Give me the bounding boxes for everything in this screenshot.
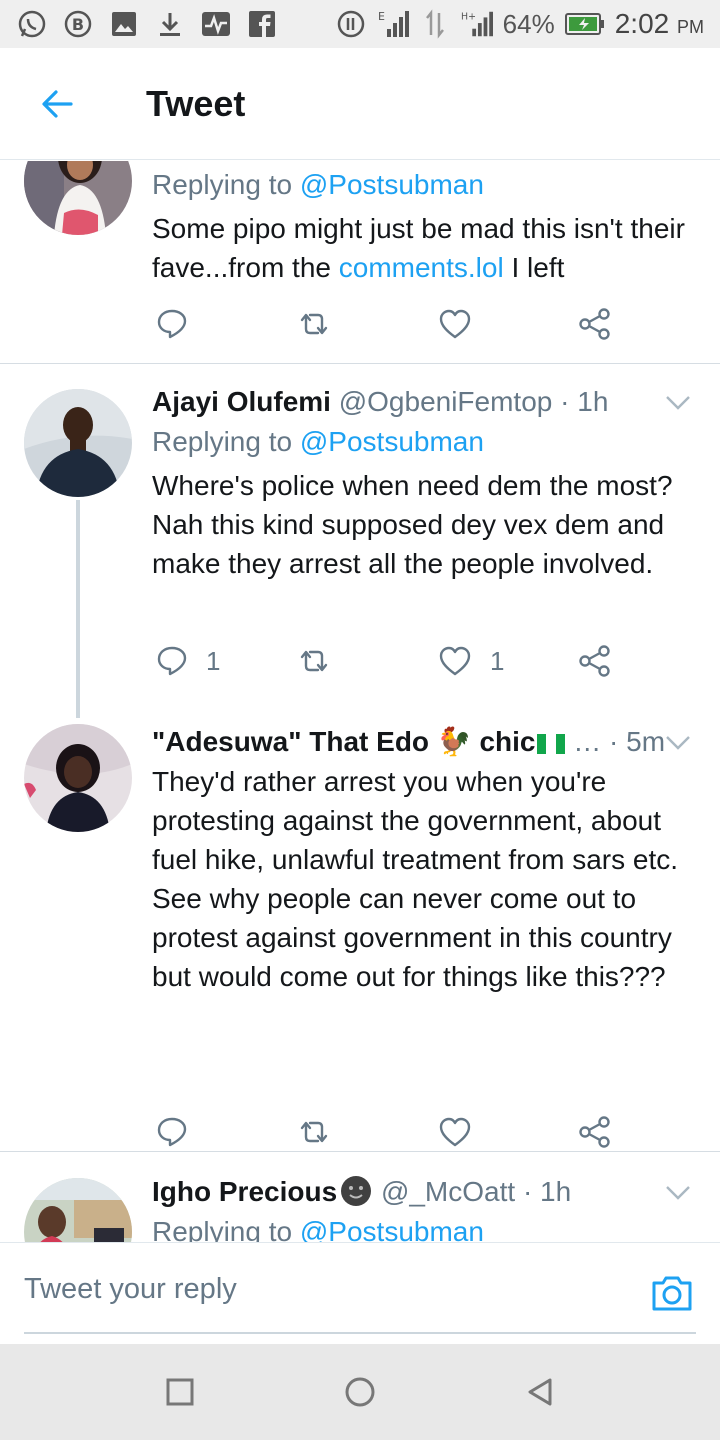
reply-tweet[interactable]: "Adesuwa" That Edo 🐓 chic … · 5m They'd … — [0, 704, 720, 1152]
triangle-back-icon — [528, 1378, 552, 1406]
tweet-meta: Ajayi Olufemi @OgbeniFemtop · 1h — [152, 384, 696, 420]
signal-hplus-icon: H+ — [461, 8, 493, 40]
arrow-left-icon — [42, 89, 73, 118]
tweet-text: Some pipo might just be mad this isn't t… — [152, 213, 685, 283]
replying-to: Replying to @Postsubman — [152, 169, 484, 200]
heart-icon — [439, 1117, 471, 1147]
chevron-down-icon — [666, 396, 690, 410]
replying-to: Replying to @Postsubman — [152, 1212, 696, 1242]
download-icon — [154, 8, 186, 40]
avatar[interactable] — [24, 1178, 132, 1242]
reply-tweet[interactable]: Replying to @Postsubman Some pipo might … — [0, 161, 720, 364]
share-icon — [579, 308, 610, 340]
tweet-meta: "Adesuwa" That Edo 🐓 chic … · 5m — [152, 724, 696, 760]
status-bar: B E H+ 64% 2:02 PM — [0, 0, 720, 48]
signal-e-icon: E — [377, 8, 409, 40]
timestamp: · 5m — [609, 726, 666, 757]
retweet-icon — [300, 1121, 328, 1143]
b-app-icon: B — [62, 8, 94, 40]
data-arrows-icon — [419, 8, 451, 40]
pulse-app-icon — [200, 8, 232, 40]
svg-text:H+: H+ — [461, 11, 476, 22]
avatar[interactable] — [24, 161, 132, 235]
mention-link[interactable]: @Postsubman — [300, 1216, 484, 1242]
mention-link[interactable]: @Postsubman — [300, 426, 484, 457]
avatar[interactable] — [24, 389, 132, 497]
reply-icon — [157, 309, 187, 339]
recents-button[interactable] — [164, 1376, 196, 1408]
avatar[interactable] — [24, 724, 132, 832]
share-icon — [579, 1116, 610, 1148]
page-title: Tweet — [146, 82, 246, 124]
retweet-button[interactable] — [296, 1112, 332, 1152]
whatsapp-icon — [16, 8, 48, 40]
timestamp: · 1h — [560, 386, 609, 417]
share-icon — [579, 645, 610, 677]
like-count: 1 — [490, 645, 505, 676]
tweet-menu-button[interactable] — [664, 1178, 692, 1206]
camera-button[interactable] — [650, 1271, 694, 1315]
handle[interactable]: @_McOatt — [381, 1176, 515, 1207]
tweet-text: They'd rather arrest you when you're pro… — [152, 766, 678, 992]
gallery-icon — [108, 8, 140, 40]
mention-link[interactable]: @Postsubman — [300, 169, 484, 200]
thread-line — [76, 500, 80, 718]
reply-composer: Tweet your reply — [0, 1242, 720, 1344]
tweet-text: Where's police when need dem the most? N… — [152, 470, 673, 579]
home-button[interactable] — [344, 1376, 376, 1408]
system-nav-bar — [0, 1344, 720, 1440]
chevron-down-icon — [666, 1186, 690, 1200]
display-name[interactable]: Igho Precious — [152, 1176, 373, 1207]
reply-button[interactable] — [156, 1112, 206, 1152]
share-button[interactable] — [578, 641, 612, 681]
back-button[interactable] — [2, 48, 112, 160]
reply-button[interactable] — [156, 304, 206, 344]
replying-to: Replying to @Postsubman — [152, 426, 484, 457]
chevron-down-icon — [666, 736, 690, 750]
circle-icon — [345, 1377, 375, 1407]
nigeria-flag-icon — [537, 733, 566, 754]
share-button[interactable] — [578, 1112, 612, 1152]
reply-count: 1 — [206, 645, 221, 676]
retweet-button[interactable] — [296, 304, 332, 344]
battery-percent: 64% — [502, 8, 555, 39]
tweet-menu-button[interactable] — [664, 388, 692, 416]
tweet-meta: Igho Precious @_McOatt · 1h — [152, 1174, 696, 1210]
facebook-icon — [246, 8, 278, 40]
retweet-icon — [300, 313, 328, 335]
data-saver-icon — [335, 8, 367, 40]
reply-underline — [24, 1332, 696, 1334]
text-link[interactable]: comments.lol — [339, 252, 504, 283]
reply-icon — [157, 646, 187, 676]
clock: 2:02 PM — [614, 8, 704, 39]
square-icon — [166, 1378, 194, 1406]
like-button[interactable] — [438, 1112, 490, 1152]
emoji-icon — [341, 1176, 372, 1206]
svg-text:B: B — [72, 15, 84, 34]
camera-icon — [652, 1276, 692, 1311]
back-nav-button[interactable] — [524, 1376, 556, 1408]
reply-icon — [157, 1117, 187, 1147]
reply-button[interactable]: 1 — [156, 641, 220, 681]
timestamp: · 1h — [522, 1176, 572, 1207]
like-button[interactable] — [438, 304, 490, 344]
reply-tweet[interactable]: Ajayi Olufemi @OgbeniFemtop · 1h Replyin… — [0, 364, 720, 718]
top-app-bar: Tweet — [0, 48, 720, 160]
battery-icon — [564, 8, 605, 40]
heart-icon — [439, 646, 471, 676]
svg-text:E: E — [378, 10, 385, 23]
handle[interactable]: @OgbeniFemtop — [339, 386, 553, 417]
share-button[interactable] — [578, 304, 612, 344]
display-name[interactable]: "Adesuwa" That Edo 🐓 chic — [152, 726, 566, 757]
display-name[interactable]: Ajayi Olufemi — [152, 386, 331, 417]
tweet-thread[interactable]: Replying to @Postsubman Some pipo might … — [0, 161, 720, 1242]
reply-input[interactable]: Tweet your reply — [24, 1273, 237, 1306]
like-button[interactable]: 1 — [438, 641, 504, 681]
retweet-icon — [300, 650, 328, 672]
handle[interactable]: … — [573, 726, 601, 757]
reply-tweet[interactable]: Igho Precious @_McOatt · 1h Replying to … — [0, 1152, 720, 1242]
retweet-button[interactable] — [296, 641, 332, 681]
tweet-menu-button[interactable] — [664, 728, 692, 756]
heart-icon — [439, 309, 471, 339]
